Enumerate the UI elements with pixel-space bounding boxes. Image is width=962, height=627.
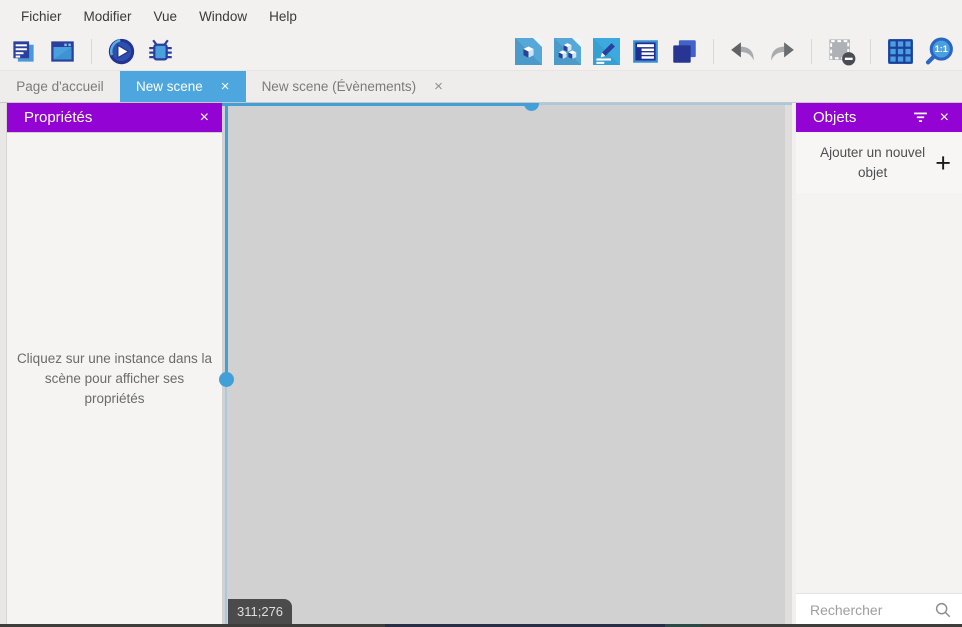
toolbar-separator — [870, 39, 871, 64]
gdevelop-window: Fichier Modifier Vue Window Help — [0, 0, 962, 627]
redo-button[interactable] — [767, 37, 797, 67]
close-icon[interactable]: × — [434, 79, 443, 94]
scene-top-border-light — [531, 103, 792, 105]
menu-vue[interactable]: Vue — [143, 0, 189, 33]
stacked-squares-icon — [671, 38, 698, 65]
zoom-1-1-icon: 1:1 — [925, 37, 954, 66]
menu-window[interactable]: Window — [188, 0, 258, 33]
grid-button[interactable] — [885, 37, 915, 67]
object-cube-icon — [515, 38, 542, 65]
properties-empty-message: Cliquez sur une instance dans la scène p… — [14, 349, 216, 409]
cursor-coordinates-tooltip: 311;276 — [228, 599, 292, 626]
properties-panel-header: Propriétés × — [7, 103, 222, 132]
panel-title: Propriétés — [24, 109, 188, 126]
start-page-button[interactable] — [47, 37, 77, 67]
scene-properties-button[interactable] — [591, 37, 621, 67]
properties-panel: Propriétés × Cliquez sur une instance da… — [7, 103, 222, 626]
scene-canvas[interactable]: 311;276 — [222, 103, 796, 626]
menu-fichier[interactable]: Fichier — [10, 0, 73, 33]
add-object-label: Ajouter un nouvel objet — [812, 143, 933, 183]
canvas-scrollbar[interactable] — [785, 103, 792, 626]
toolbar-separator — [713, 39, 714, 64]
redo-arrow-icon — [767, 39, 797, 65]
stacked-pages-icon — [10, 38, 37, 65]
debug-bug-icon — [147, 38, 174, 65]
grid-icon — [887, 38, 914, 65]
object-groups-button[interactable] — [552, 37, 582, 67]
scene-left-border — [225, 103, 228, 379]
tab-label: New scene — [136, 79, 203, 94]
window-icon — [49, 38, 76, 65]
objects-panel: Objets × Ajouter un nouvel objet + — [796, 103, 962, 626]
filter-icon — [913, 112, 928, 123]
plus-icon[interactable]: + — [933, 153, 953, 173]
objects-panel-header: Objets × — [796, 103, 962, 132]
debug-button[interactable] — [145, 37, 175, 67]
editor-main: Propriétés × Cliquez sur une instance da… — [0, 103, 962, 626]
tab-label: New scene (Évènements) — [262, 79, 417, 94]
toolbar-separator — [91, 39, 92, 64]
close-icon[interactable]: × — [940, 110, 949, 126]
menu-modifier[interactable]: Modifier — [73, 0, 143, 33]
tab-label: Page d'accueil — [16, 79, 103, 94]
pencil-edit-icon — [593, 38, 620, 65]
toolbar-separator — [811, 39, 812, 64]
search-icon — [934, 601, 952, 619]
tab-home[interactable]: Page d'accueil — [0, 71, 120, 102]
scene-top-border — [222, 103, 531, 106]
scene-left-border-light — [225, 379, 227, 626]
tab-scene[interactable]: New scene × — [120, 71, 246, 102]
undo-arrow-icon — [728, 39, 758, 65]
close-icon[interactable]: × — [200, 110, 209, 126]
object-search-bar — [796, 593, 962, 626]
preview-button[interactable] — [106, 37, 136, 67]
add-object-row[interactable]: Ajouter un nouvel objet + — [796, 132, 962, 193]
objects-editor-button[interactable] — [513, 37, 543, 67]
resize-handle-left[interactable] — [219, 372, 234, 387]
search-input[interactable] — [810, 602, 934, 618]
clear-selection-button[interactable] — [826, 37, 856, 67]
tab-bar: Page d'accueil New scene × New scene (Év… — [0, 70, 962, 103]
project-manager-button[interactable] — [8, 37, 38, 67]
menu-bar: Fichier Modifier Vue Window Help — [0, 0, 962, 33]
resize-handle-top[interactable] — [524, 103, 539, 111]
toolbar: 1:1 — [0, 33, 962, 70]
menu-help[interactable]: Help — [258, 0, 308, 33]
panel-title: Objets — [813, 109, 913, 126]
layers-list-icon — [632, 38, 659, 65]
left-gutter — [0, 103, 7, 626]
zoom-original-button[interactable]: 1:1 — [924, 37, 954, 67]
instances-list-button[interactable] — [669, 37, 699, 67]
panel-gap — [792, 103, 796, 626]
layers-editor-button[interactable] — [630, 37, 660, 67]
filter-button[interactable] — [913, 112, 928, 123]
svg-text:1:1: 1:1 — [934, 44, 947, 54]
tab-scene-events[interactable]: New scene (Évènements) × — [246, 71, 459, 102]
play-icon — [107, 37, 136, 66]
object-group-cubes-icon — [554, 38, 581, 65]
undo-button[interactable] — [728, 37, 758, 67]
deselect-icon — [827, 37, 856, 66]
properties-panel-body: Cliquez sur une instance dans la scène p… — [7, 132, 222, 626]
close-icon[interactable]: × — [221, 79, 230, 94]
objects-list-empty-area — [796, 193, 962, 593]
